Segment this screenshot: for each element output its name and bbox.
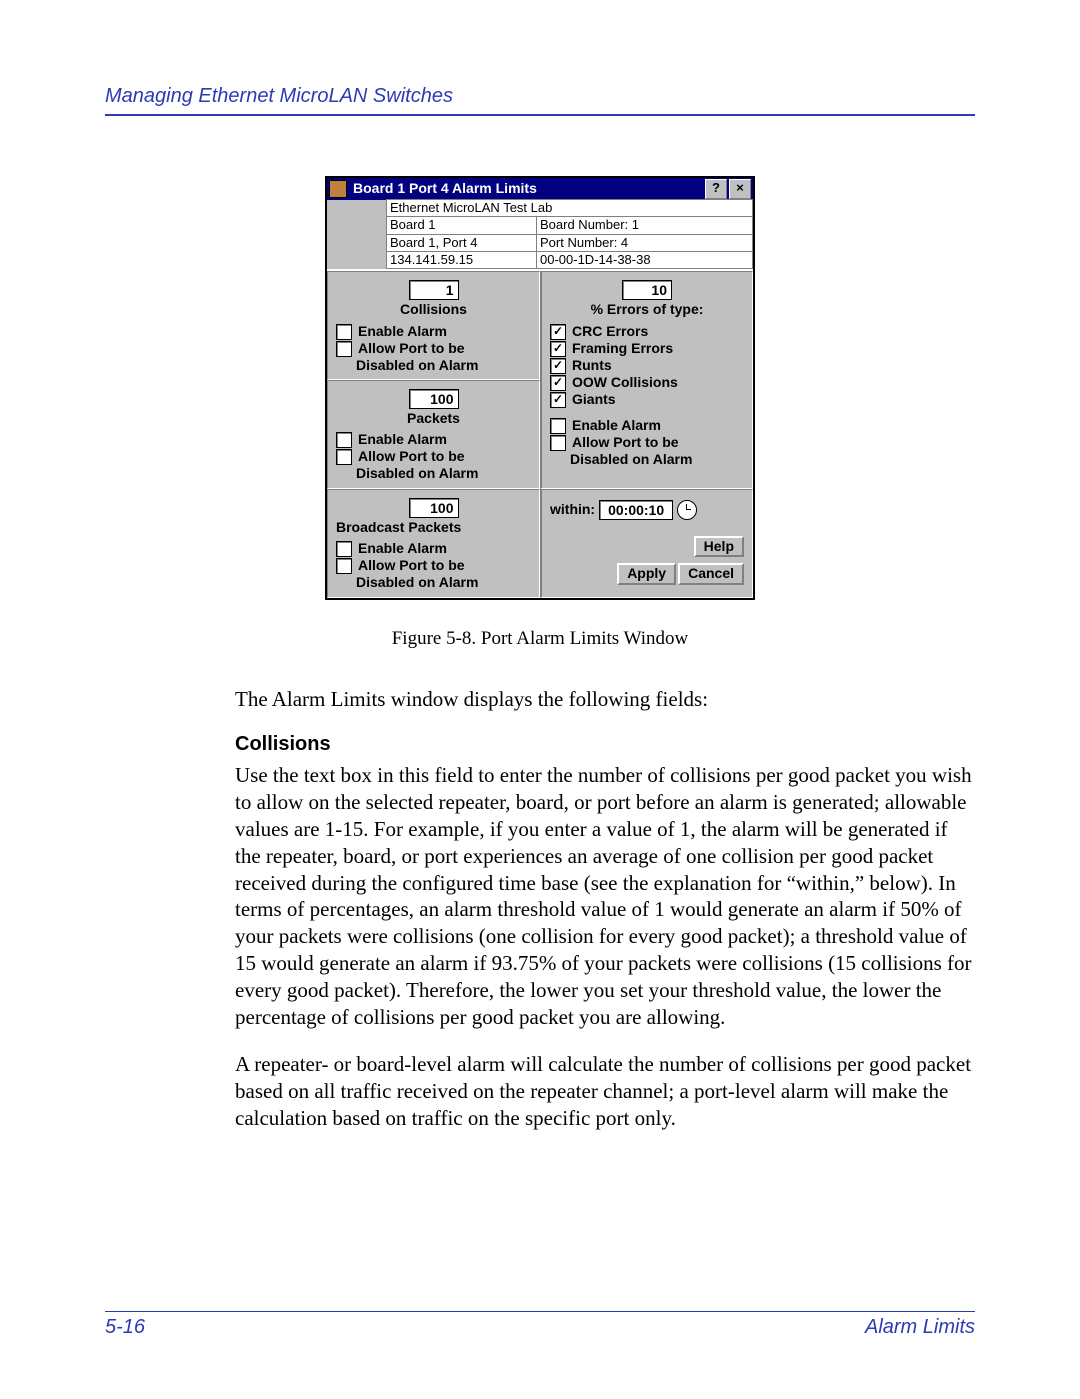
- broadcast-input[interactable]: 100: [409, 498, 459, 518]
- info-board: Board 1: [386, 216, 537, 234]
- dialog-titlebar[interactable]: Board 1 Port 4 Alarm Limits ? ×: [327, 178, 753, 200]
- oow-collisions-checkbox[interactable]: OOW Collisions: [550, 375, 744, 391]
- packets-allow-line2: Disabled on Alarm: [336, 466, 531, 481]
- running-header: Managing Ethernet MicroLAN Switches: [105, 85, 975, 108]
- system-icon: [329, 180, 347, 198]
- collisions-heading: Collisions: [235, 732, 975, 758]
- giants-checkbox[interactable]: Giants: [550, 392, 744, 408]
- errors-allow-disable[interactable]: Allow Port to be: [550, 435, 744, 451]
- packets-allow-disable[interactable]: Allow Port to be: [336, 449, 531, 465]
- runts-checkbox[interactable]: Runts: [550, 358, 744, 374]
- collisions-section: 1 Collisions Enable Alarm Allow Port to …: [327, 271, 540, 380]
- help-button[interactable]: Help: [694, 536, 744, 557]
- collisions-title: Collisions: [336, 302, 531, 317]
- info-port-number: Port Number: 4: [536, 234, 753, 252]
- within-section: within: 00:00:10 Help Apply Cancel: [540, 489, 753, 598]
- figure-caption: Figure 5-8. Port Alarm Limits Window: [105, 628, 975, 650]
- broadcast-allow-disable[interactable]: Allow Port to be: [336, 558, 531, 574]
- broadcast-enable-alarm[interactable]: Enable Alarm: [336, 541, 531, 557]
- broadcast-title: Broadcast Packets: [336, 520, 531, 535]
- collisions-paragraph-2: A repeater- or board-level alarm will ca…: [235, 1051, 975, 1132]
- clock-icon[interactable]: [677, 500, 697, 520]
- intro-paragraph: The Alarm Limits window displays the fol…: [235, 686, 975, 713]
- broadcast-section: 100 Broadcast Packets Enable Alarm Allow…: [327, 489, 540, 598]
- page-number: 5-16: [105, 1316, 145, 1339]
- within-label: within:: [550, 502, 595, 517]
- errors-input[interactable]: 10: [622, 280, 672, 300]
- dialog-title: Board 1 Port 4 Alarm Limits: [353, 181, 703, 196]
- alarm-limits-dialog: Board 1 Port 4 Alarm Limits ? × Ethernet…: [325, 176, 755, 600]
- within-input[interactable]: 00:00:10: [599, 500, 673, 520]
- collisions-enable-alarm[interactable]: Enable Alarm: [336, 324, 531, 340]
- collisions-input[interactable]: 1: [409, 280, 459, 300]
- device-info-grid: Ethernet MicroLAN Test Lab Board 1 Board…: [327, 200, 753, 269]
- cancel-button[interactable]: Cancel: [678, 563, 744, 584]
- info-mac: 00-00-1D-14-38-38: [536, 251, 753, 269]
- info-ip: 134.141.59.15: [386, 251, 537, 269]
- help-icon[interactable]: ?: [705, 179, 727, 199]
- info-lab: Ethernet MicroLAN Test Lab: [386, 199, 753, 217]
- errors-enable-alarm[interactable]: Enable Alarm: [550, 418, 744, 434]
- broadcast-allow-line2: Disabled on Alarm: [336, 575, 531, 590]
- packets-section: 100 Packets Enable Alarm Allow Port to b…: [327, 380, 540, 489]
- header-rule: [105, 114, 975, 116]
- framing-errors-checkbox[interactable]: Framing Errors: [550, 341, 744, 357]
- collisions-allow-line2: Disabled on Alarm: [336, 358, 531, 373]
- info-board-number: Board Number: 1: [536, 216, 753, 234]
- info-board-port: Board 1, Port 4: [386, 234, 537, 252]
- errors-title: % Errors of type:: [550, 302, 744, 317]
- errors-section: 10 % Errors of type: CRC Errors Framing …: [540, 271, 753, 489]
- errors-allow-line2: Disabled on Alarm: [550, 452, 744, 467]
- page-footer: 5-16 Alarm Limits: [105, 1311, 975, 1339]
- apply-button[interactable]: Apply: [617, 563, 676, 584]
- collisions-allow-disable[interactable]: Allow Port to be: [336, 341, 531, 357]
- section-name: Alarm Limits: [865, 1316, 975, 1339]
- collisions-paragraph-1: Use the text box in this field to enter …: [235, 762, 975, 1031]
- crc-errors-checkbox[interactable]: CRC Errors: [550, 324, 744, 340]
- packets-title: Packets: [336, 411, 531, 426]
- close-icon[interactable]: ×: [729, 179, 751, 199]
- packets-input[interactable]: 100: [409, 389, 459, 409]
- packets-enable-alarm[interactable]: Enable Alarm: [336, 432, 531, 448]
